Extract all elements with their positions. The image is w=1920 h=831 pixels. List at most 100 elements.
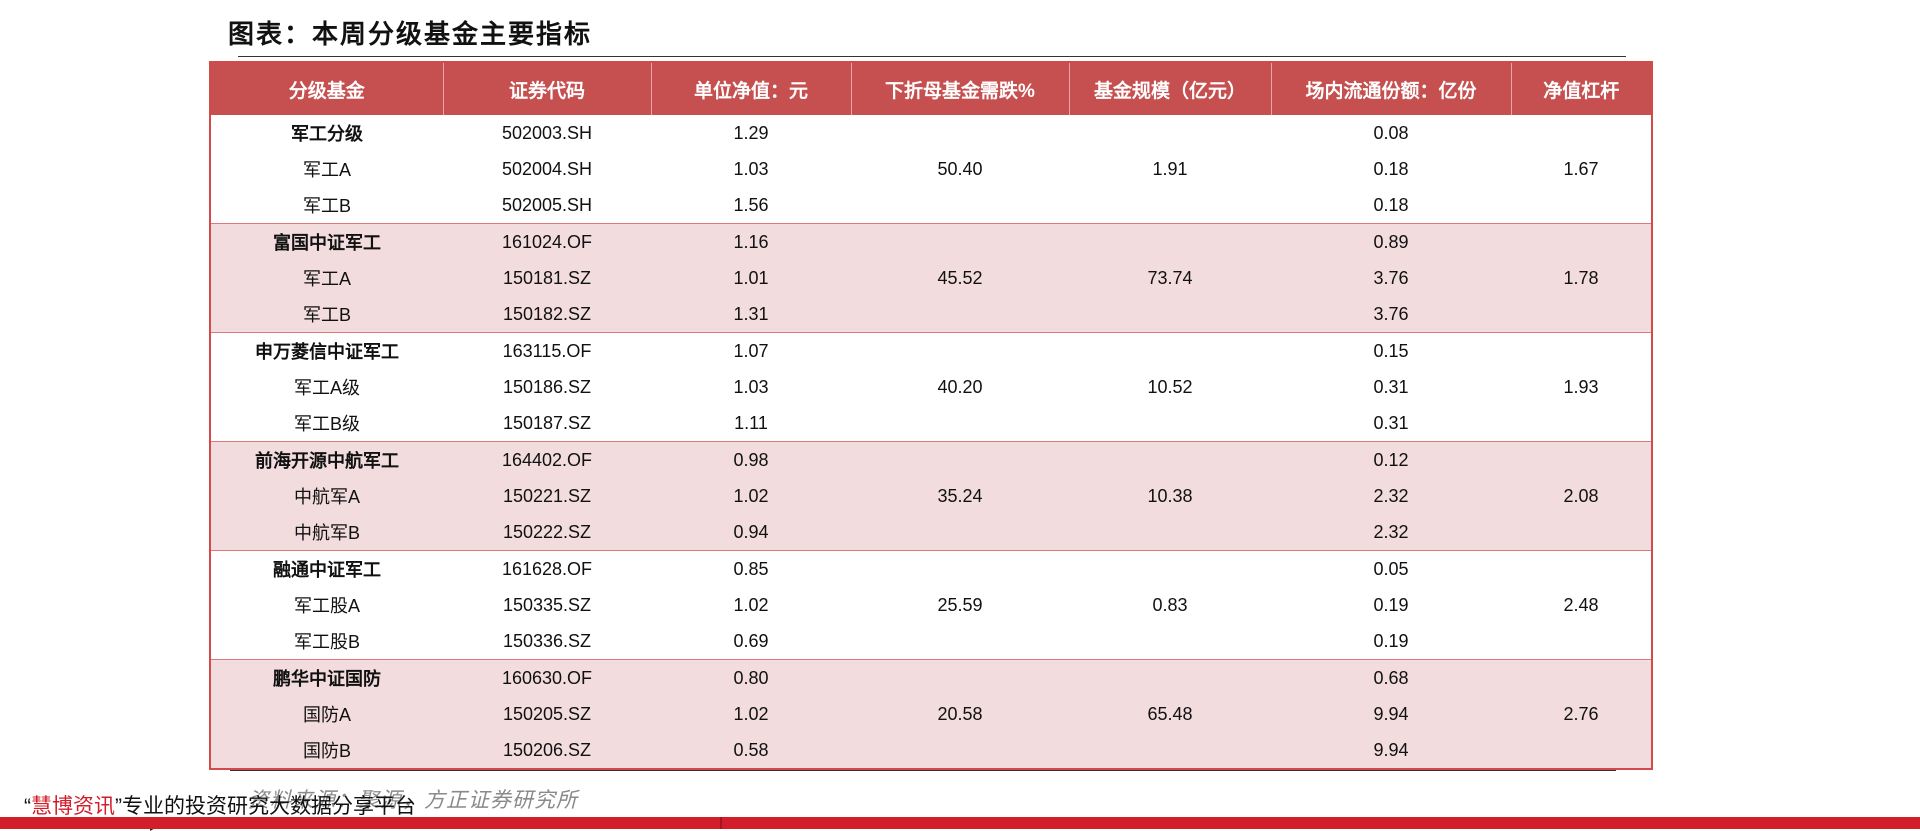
bar-separator [720,817,722,829]
header-fund: 分级基金 [211,63,444,115]
cell-share: 2.32 [1271,478,1511,514]
cell-nav: 0.69 [651,623,851,660]
cell-nav: 1.56 [651,187,851,224]
cell-nav: 0.80 [651,659,851,696]
header-drop: 下折母基金需跌% [851,63,1070,115]
cell-fund: 军工股A [211,587,443,623]
fund-table-container: 分级基金 证券代码 单位净值：元 下折母基金需跌% 基金规模（亿元） 场内流通份… [209,61,1653,770]
cell-scale: 0.83 [1069,550,1271,660]
cell-nav: 1.02 [651,478,851,514]
cell-share: 9.94 [1271,732,1511,768]
cell-drop: 25.59 [851,550,1069,660]
header-leverage: 净值杠杆 [1511,63,1651,115]
cell-scale: 73.74 [1069,223,1271,333]
cell-drop: 20.58 [851,659,1069,768]
header-share: 场内流通份额：亿份 [1271,63,1512,115]
cell-drop: 50.40 [851,115,1069,224]
cell-share: 0.31 [1271,405,1511,442]
platform-banner: “慧博资讯”专业的投资研究大数据分享平台 [24,790,416,820]
cell-code: 502003.SH [443,115,651,151]
cell-code: 164402.OF [443,441,651,478]
cell-leverage: 2.76 [1511,659,1651,768]
cell-fund: 军工A [211,260,443,296]
cell-code: 502004.SH [443,151,651,187]
cell-share: 0.89 [1271,223,1511,260]
cell-share: 0.19 [1271,587,1511,623]
cell-share: 0.31 [1271,369,1511,405]
cell-share: 0.68 [1271,659,1511,696]
header-nav: 单位净值：元 [651,63,852,115]
cell-scale: 10.38 [1069,441,1271,551]
cell-drop: 40.20 [851,332,1069,442]
cell-leverage: 2.08 [1511,441,1651,551]
cell-share: 0.08 [1271,115,1511,151]
cell-leverage: 1.78 [1511,223,1651,333]
cell-share: 0.18 [1271,151,1511,187]
table-row: 鹏华中证国防 160630.OF 0.80 20.58 65.48 0.68 2.76 [211,659,1651,768]
page-title: 图表：本周分级基金主要指标 [228,20,593,50]
cell-share: 9.94 [1271,696,1511,732]
cell-leverage: 1.67 [1511,115,1651,224]
cell-fund: 军工分级 [211,115,443,151]
title-divider [238,56,1626,57]
cell-code: 150205.SZ [443,696,651,732]
cell-share: 2.32 [1271,514,1511,551]
cell-code: 150187.SZ [443,405,651,442]
cell-fund: 中航军A [211,478,443,514]
cell-nav: 1.03 [651,369,851,405]
header-scale: 基金规模（亿元） [1069,63,1272,115]
cell-code: 150186.SZ [443,369,651,405]
cell-fund: 军工B [211,296,443,333]
cell-code: 150335.SZ [443,587,651,623]
source-divider [230,770,1616,771]
cell-code: 150182.SZ [443,296,651,333]
cell-nav: 1.07 [651,332,851,369]
cell-nav: 1.01 [651,260,851,296]
cell-nav: 1.02 [651,696,851,732]
bottom-red-bar [0,817,1920,829]
cell-share: 3.76 [1271,260,1511,296]
cell-nav: 0.94 [651,514,851,551]
cell-share: 0.12 [1271,441,1511,478]
cell-share: 0.05 [1271,550,1511,587]
cell-code: 150336.SZ [443,623,651,660]
banner-tagline: 专业的投资研究大数据分享平台 [122,795,416,818]
cell-code: 150221.SZ [443,478,651,514]
cell-code: 161628.OF [443,550,651,587]
header-code: 证券代码 [443,63,652,115]
cell-nav: 1.11 [651,405,851,442]
cell-nav: 1.02 [651,587,851,623]
cell-share: 3.76 [1271,296,1511,333]
cell-nav: 1.03 [651,151,851,187]
table-row: 前海开源中航军工 164402.OF 0.98 35.24 10.38 0.12 2.08 [211,441,1651,551]
cell-nav: 1.31 [651,296,851,333]
brand-name[interactable]: 慧博资讯 [31,795,115,818]
table-body: 军工分级 502003.SH 1.29 50.40 1.91 0.08 1.67 军工A 502… [211,115,1651,768]
cell-fund: 军工A [211,151,443,187]
banner-close-quote: ” [115,795,122,818]
cell-nav: 0.58 [651,732,851,768]
cell-leverage: 1.93 [1511,332,1651,442]
table-row: 富国中证军工 161024.OF 1.16 45.52 73.74 0.89 1.78 [211,223,1651,333]
cell-scale: 65.48 [1069,659,1271,768]
cell-fund: 军工B [211,187,443,224]
cell-fund: 国防A [211,696,443,732]
cell-nav: 1.16 [651,223,851,260]
table-row: 申万菱信中证军工 163115.OF 1.07 40.20 10.52 0.15 1.93 [211,332,1651,442]
cell-fund: 鹏华中证国防 [211,659,443,696]
cell-nav: 0.98 [651,441,851,478]
cell-fund: 申万菱信中证军工 [211,332,443,369]
cell-share: 0.19 [1271,623,1511,660]
cell-fund: 军工B级 [211,405,443,442]
cell-fund: 前海开源中航军工 [211,441,443,478]
cell-code: 160630.OF [443,659,651,696]
fund-indicator-table: 分级基金 证券代码 单位净值：元 下折母基金需跌% 基金规模（亿元） 场内流通份… [211,63,1651,768]
cell-share: 0.15 [1271,332,1511,369]
cell-leverage: 2.48 [1511,550,1651,660]
cell-code: 150206.SZ [443,732,651,768]
cell-fund: 融通中证军工 [211,550,443,587]
cell-fund: 军工A级 [211,369,443,405]
cell-fund: 富国中证军工 [211,223,443,260]
cell-scale: 10.52 [1069,332,1271,442]
table-row: 军工分级 502003.SH 1.29 50.40 1.91 0.08 1.67 [211,115,1651,224]
